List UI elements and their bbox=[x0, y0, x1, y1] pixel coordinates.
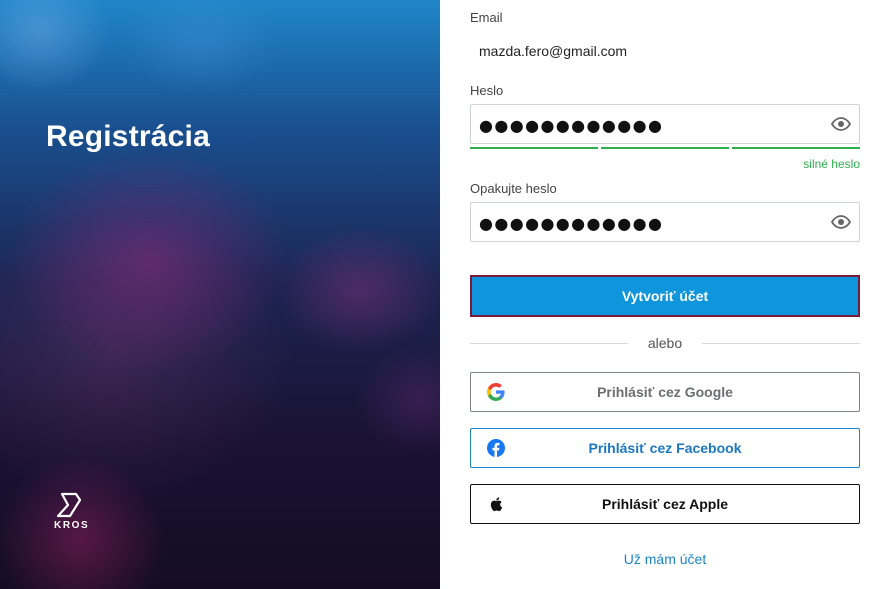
password-field[interactable]: ●●●●●●●●●●●● bbox=[470, 104, 860, 144]
or-divider: alebo bbox=[470, 335, 860, 351]
password-strength-text: silné heslo bbox=[803, 157, 860, 171]
already-have-account-link[interactable]: Už mám účet bbox=[470, 551, 860, 567]
facebook-icon bbox=[487, 439, 505, 457]
password-value: ●●●●●●●●●●●● bbox=[479, 116, 664, 135]
eye-icon[interactable] bbox=[831, 116, 851, 132]
repeat-password-field[interactable]: ●●●●●●●●●●●● bbox=[470, 202, 860, 242]
email-label: Email bbox=[470, 10, 503, 25]
email-field[interactable]: mazda.fero@gmail.com bbox=[479, 43, 627, 59]
create-account-button[interactable]: Vytvoriť účet bbox=[470, 275, 860, 317]
hero-panel: Registrácia KROS bbox=[0, 0, 440, 589]
page-title: Registrácia bbox=[46, 120, 210, 153]
repeat-password-label: Opakujte heslo bbox=[470, 181, 557, 196]
google-login-label: Prihlásiť cez Google bbox=[597, 384, 733, 400]
password-strength-bar bbox=[470, 147, 860, 149]
logo-text: KROS bbox=[54, 520, 90, 531]
repeat-password-value: ●●●●●●●●●●●● bbox=[479, 214, 664, 233]
facebook-login-label: Prihlásiť cez Facebook bbox=[588, 440, 742, 456]
eye-icon[interactable] bbox=[831, 214, 851, 230]
password-label: Heslo bbox=[470, 83, 504, 98]
facebook-login-button[interactable]: Prihlásiť cez Facebook bbox=[470, 428, 860, 468]
strength-segment bbox=[601, 147, 729, 149]
kros-logo-icon bbox=[56, 492, 82, 518]
brand-logo: KROS bbox=[54, 492, 90, 531]
strength-segment bbox=[470, 147, 598, 149]
google-icon bbox=[487, 383, 505, 401]
google-login-button[interactable]: Prihlásiť cez Google bbox=[470, 372, 860, 412]
strength-segment bbox=[732, 147, 860, 149]
apple-login-label: Prihlásiť cez Apple bbox=[601, 496, 728, 512]
divider-line bbox=[702, 343, 860, 344]
apple-icon bbox=[490, 497, 503, 512]
apple-login-button[interactable]: Prihlásiť cez Apple bbox=[470, 484, 860, 524]
